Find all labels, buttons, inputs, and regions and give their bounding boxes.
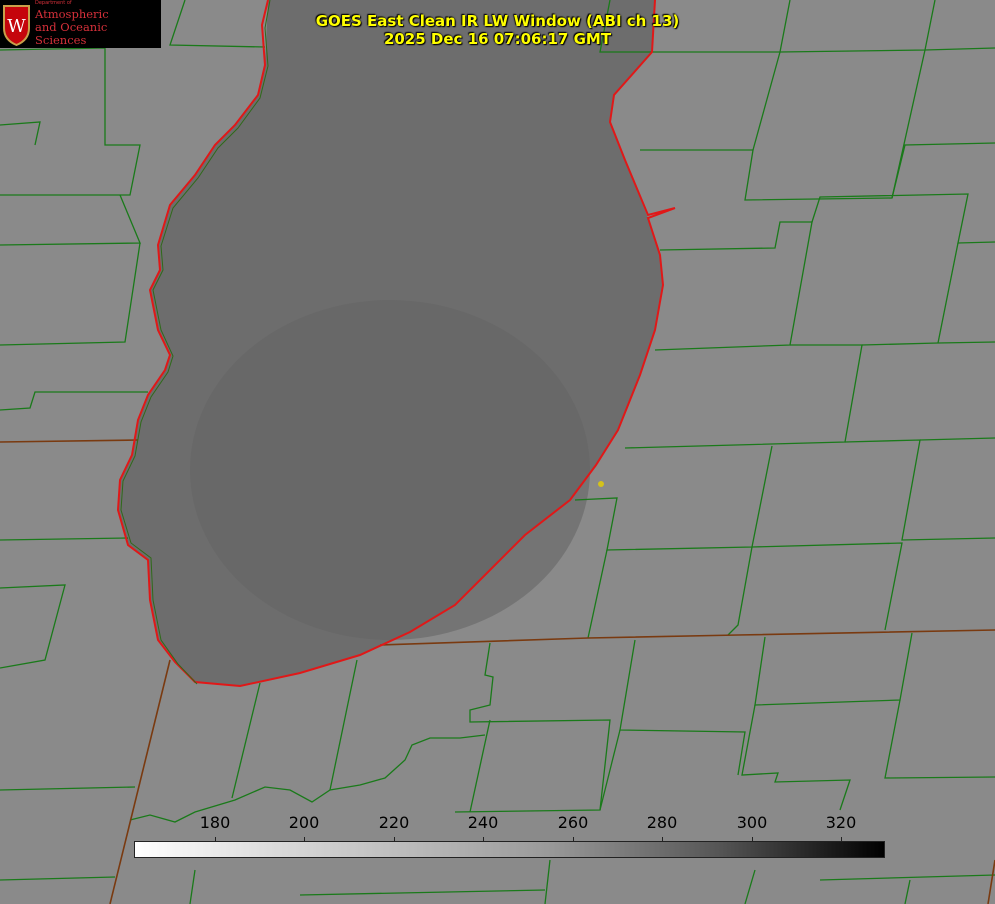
title-timestamp: 2025 Dec 16 07:06:17 GMT xyxy=(383,30,612,48)
logo-line-2: and Oceanic Sciences xyxy=(35,20,108,47)
location-marker xyxy=(598,481,604,487)
colorbar-tick: 260 xyxy=(557,813,589,832)
colorbar-tick: 220 xyxy=(378,813,410,832)
image-title: GOES East Clean IR LW Window (ABI ch 13)… xyxy=(300,12,695,48)
colorbar-tick: 280 xyxy=(646,813,678,832)
temperature-colorbar xyxy=(134,841,885,858)
aos-logo: W Department of Atmospheric and Oceanic … xyxy=(0,0,161,48)
colorbar-tick: 320 xyxy=(825,813,857,832)
svg-text:W: W xyxy=(7,16,26,37)
satellite-map xyxy=(0,0,995,904)
title-line-1: GOES East Clean IR LW Window (ABI ch 13) xyxy=(315,12,680,30)
uw-shield-icon: W xyxy=(3,5,30,46)
colorbar-tick-labels: 180 200 220 240 260 280 300 320 xyxy=(0,813,995,835)
logo-department: Department of xyxy=(35,0,72,6)
colorbar-tick: 300 xyxy=(736,813,768,832)
colorbar-tick: 180 xyxy=(199,813,231,832)
lake-shading xyxy=(190,300,590,640)
colorbar-tick: 200 xyxy=(288,813,320,832)
colorbar-tick: 240 xyxy=(467,813,499,832)
